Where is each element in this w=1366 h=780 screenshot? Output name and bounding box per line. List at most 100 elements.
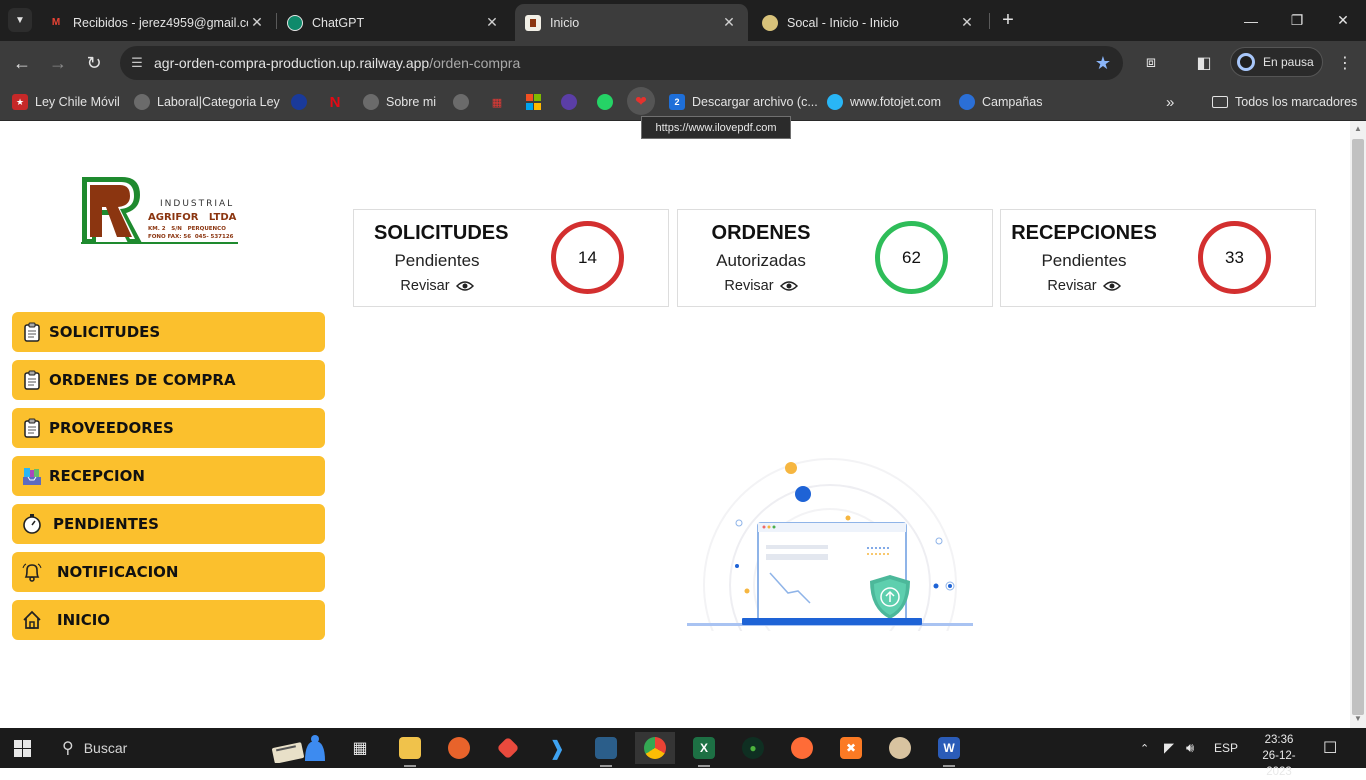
menu-solicitudes[interactable]: SOLICITUDES [12, 312, 325, 352]
bookmark-globe[interactable] [453, 92, 469, 112]
menu-pendientes[interactable]: PENDIENTES [12, 504, 325, 544]
count-circle: 14 [551, 221, 624, 294]
volume-icon[interactable]: 🔊︎ [1186, 728, 1194, 768]
close-tab-icon[interactable]: ✕ [248, 14, 266, 31]
bell-icon [20, 560, 44, 584]
logo-line1: INDUSTRIAL [160, 199, 234, 209]
clipboard-icon [20, 320, 44, 344]
revisar-link[interactable]: Revisar [354, 278, 520, 294]
word-icon[interactable]: W [929, 732, 969, 767]
menu-inicio[interactable]: INICIO [12, 600, 325, 640]
reload-icon[interactable]: ↻ [80, 49, 108, 77]
menu-recepcion[interactable]: RECEPCION [12, 456, 325, 496]
all-bookmarks-folder[interactable]: Todos los marcadores [1212, 92, 1357, 112]
site-info-icon[interactable]: ☰ [120, 55, 154, 71]
bookmark-edge[interactable] [291, 92, 307, 112]
whatsapp-icon [597, 94, 613, 110]
bookmark-laboral[interactable]: Laboral|Categoria Ley [134, 92, 280, 112]
database-workbench-icon[interactable] [586, 732, 626, 767]
socal-icon [762, 14, 778, 31]
bookmark-descargar[interactable]: 2 Descargar archivo (c... [669, 92, 818, 112]
tab-search-chevron-icon[interactable]: ▼ [8, 8, 32, 32]
scroll-up-arrow-icon[interactable]: ▲ [1350, 124, 1366, 138]
bookmark-fotojet[interactable]: www.fotojet.com [827, 92, 941, 112]
profile-button[interactable]: En pausa [1230, 47, 1323, 77]
extensions-icon[interactable]: ⧈ [1139, 51, 1163, 75]
restore-icon[interactable]: ❐ [1274, 0, 1320, 41]
profile-label: En pausa [1263, 55, 1314, 69]
language-indicator[interactable]: ESP [1214, 728, 1238, 768]
bookmark-microsoft[interactable] [525, 92, 541, 112]
menu-ordenes-de-compra[interactable]: ORDENES DE COMPRA [12, 360, 325, 400]
excel-icon[interactable]: X [684, 732, 724, 767]
close-tab-icon[interactable]: ✕ [720, 14, 738, 31]
wifi-icon[interactable]: ◤ [1164, 728, 1174, 768]
purple-app-icon [561, 94, 577, 110]
vscode-icon[interactable]: ❱ [537, 732, 577, 764]
show-hidden-icons-chevron[interactable]: ⌃ [1140, 728, 1149, 768]
tab-title: Socal - Inicio - Inicio [787, 15, 899, 30]
notifications-icon[interactable]: ☐ [1323, 728, 1337, 768]
folder-icon [1212, 96, 1228, 108]
url-text[interactable]: agr-orden-compra-production.up.railway.a… [154, 55, 520, 71]
revisar-link[interactable]: Revisar [1001, 278, 1167, 294]
new-tab-plus-icon[interactable]: + [996, 8, 1020, 32]
mongodb-icon[interactable]: ● [733, 732, 773, 764]
postman-icon[interactable] [782, 732, 822, 764]
bookmark-netflix[interactable]: N [327, 92, 343, 112]
tab-gmail[interactable]: M Recibidos - jerez4959@gmail.co ✕ [38, 4, 276, 41]
bookmark-sobre-mi[interactable]: Sobre mi [363, 92, 436, 112]
bookmark-red[interactable]: ▦ [489, 92, 505, 112]
address-bar[interactable]: ☰ agr-orden-compra-production.up.railway… [120, 46, 1123, 80]
task-view-icon[interactable]: ▦ [340, 732, 380, 764]
xampp-icon[interactable]: ✖ [831, 732, 871, 764]
search-highlight-illustration-icon[interactable] [268, 732, 330, 764]
eye-icon [1102, 281, 1121, 291]
logo-line2: AGRIFOR LTDA [148, 212, 237, 223]
bookmark-purple[interactable] [561, 92, 577, 112]
eye-icon [779, 281, 798, 291]
clock-date: 26-12-2023 [1262, 750, 1296, 778]
bookmark-ilovepdf[interactable]: ❤ [627, 87, 655, 115]
chrome-icon[interactable] [635, 732, 675, 764]
side-panel-icon[interactable]: ◧ [1192, 51, 1216, 75]
forward-arrow-icon[interactable]: → [44, 49, 72, 77]
card-recepciones[interactable]: RECEPCIONES Pendientes Revisar 33 [1000, 209, 1316, 307]
browser-app-icon[interactable] [439, 732, 479, 764]
browser-tab-strip: ▼ M Recibidos - jerez4959@gmail.co ✕ Cha… [0, 0, 1366, 41]
git-kraken-icon[interactable] [488, 732, 528, 764]
logo-line3: KM. 2 S/N PERQUENCO [148, 226, 226, 232]
tab-inicio[interactable]: Inicio ✕ [515, 4, 748, 41]
page-scrollbar[interactable]: ▲ ▼ [1350, 121, 1366, 728]
menu-kebab-icon[interactable]: ⋮ [1333, 51, 1357, 75]
back-arrow-icon[interactable]: ← [8, 49, 36, 77]
close-window-icon[interactable]: ✕ [1320, 0, 1366, 41]
file-explorer-icon[interactable] [390, 732, 430, 767]
tab-socal[interactable]: Socal - Inicio - Inicio ✕ [752, 4, 986, 41]
globe-icon [453, 94, 469, 110]
web-page: INDUSTRIAL AGRIFOR LTDA KM. 2 S/N PERQUE… [0, 121, 1350, 728]
scrollbar-thumb[interactable] [1352, 139, 1364, 715]
menu-proveedores[interactable]: PROVEEDORES [12, 408, 325, 448]
bookmark-whatsapp[interactable] [597, 92, 613, 112]
taskbar-clock[interactable]: 23:36 26-12-2023 [1250, 732, 1308, 780]
menu-notificacion[interactable]: NOTIFICACION [12, 552, 325, 592]
more-bookmarks-chevron-icon[interactable]: » [1166, 92, 1174, 112]
card-solicitudes[interactable]: SOLICITUDES Pendientes Revisar 14 [353, 209, 669, 307]
minimize-icon[interactable]: — [1228, 0, 1274, 41]
revisar-link[interactable]: Revisar [678, 278, 844, 294]
card-ordenes[interactable]: ORDENES Autorizadas Revisar 62 [677, 209, 993, 307]
bookmark-campanas[interactable]: Campañas [959, 92, 1042, 112]
agrifor-logo[interactable]: INDUSTRIAL AGRIFOR LTDA KM. 2 S/N PERQUE… [80, 173, 238, 245]
close-tab-icon[interactable]: ✕ [483, 14, 501, 31]
tab-chatgpt[interactable]: ChatGPT ✕ [277, 4, 511, 41]
bookmark-star-icon[interactable]: ★ [1095, 53, 1111, 74]
paint-icon[interactable] [880, 732, 920, 764]
bookmark-ley-chile[interactable]: ★ Ley Chile Móvil [12, 92, 120, 112]
close-tab-icon[interactable]: ✕ [958, 14, 976, 31]
bookmark-tooltip: https://www.ilovepdf.com [641, 116, 791, 139]
menu-label: PROVEEDORES [49, 419, 174, 437]
tab-title: Recibidos - jerez4959@gmail.co [73, 15, 248, 30]
scroll-down-arrow-icon[interactable]: ▼ [1350, 714, 1366, 728]
windows-start-icon[interactable] [14, 740, 31, 757]
